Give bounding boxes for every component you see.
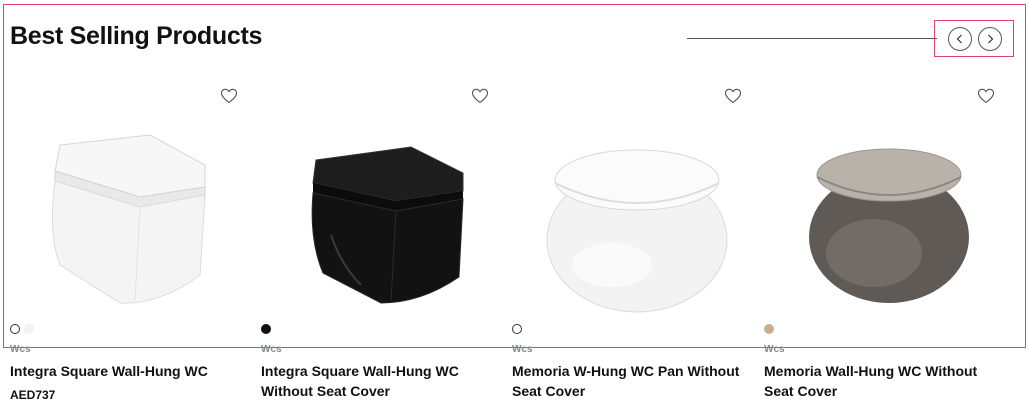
product-card[interactable]: Wcs Memoria W-Hung WC Pan Without Seat C… xyxy=(502,80,747,402)
carousel-nav xyxy=(934,20,1014,57)
product-image[interactable] xyxy=(754,125,999,325)
wishlist-button[interactable] xyxy=(977,88,995,104)
product-category: Wcs xyxy=(764,344,785,355)
product-card[interactable]: Wcs Memoria Wall-Hung WC Without Seat Co… xyxy=(754,80,999,402)
product-image[interactable] xyxy=(502,125,747,325)
chevron-right-icon xyxy=(988,34,994,44)
chevron-left-icon xyxy=(956,34,962,44)
heart-icon xyxy=(220,88,238,104)
heart-icon xyxy=(977,88,995,104)
carousel-prev-button[interactable] xyxy=(948,27,972,51)
color-swatch[interactable] xyxy=(24,324,34,334)
color-swatch[interactable] xyxy=(261,324,271,334)
product-name[interactable]: Memoria Wall-Hung WC Without Seat Cover xyxy=(764,361,999,401)
wishlist-button[interactable] xyxy=(471,88,489,104)
wishlist-button[interactable] xyxy=(220,88,238,104)
product-image[interactable] xyxy=(0,125,245,325)
heart-icon xyxy=(724,88,742,104)
color-swatches xyxy=(764,324,774,334)
carousel-next-button[interactable] xyxy=(978,27,1002,51)
product-price: AED737 xyxy=(10,388,56,402)
color-swatch[interactable] xyxy=(764,324,774,334)
color-swatch[interactable] xyxy=(10,324,20,334)
product-image[interactable] xyxy=(251,125,496,325)
product-name[interactable]: Integra Square Wall-Hung WC xyxy=(10,361,245,381)
product-name[interactable]: Integra Square Wall-Hung WC Without Seat… xyxy=(261,361,496,401)
heart-icon xyxy=(471,88,489,104)
section-title: Best Selling Products xyxy=(10,22,263,50)
product-card[interactable]: Wcs Integra Square Wall-Hung WC Without … xyxy=(251,80,496,402)
product-category: Wcs xyxy=(261,344,282,355)
product-category: Wcs xyxy=(10,344,31,355)
product-category: Wcs xyxy=(512,344,533,355)
color-swatches xyxy=(261,324,271,334)
color-swatches xyxy=(10,324,34,334)
title-divider xyxy=(687,38,937,39)
wishlist-button[interactable] xyxy=(724,88,742,104)
color-swatches xyxy=(512,324,522,334)
color-swatch[interactable] xyxy=(512,324,522,334)
product-card[interactable]: Wcs Integra Square Wall-Hung WC AED737 xyxy=(0,80,245,402)
product-name[interactable]: Memoria W-Hung WC Pan Without Seat Cover xyxy=(512,361,747,401)
